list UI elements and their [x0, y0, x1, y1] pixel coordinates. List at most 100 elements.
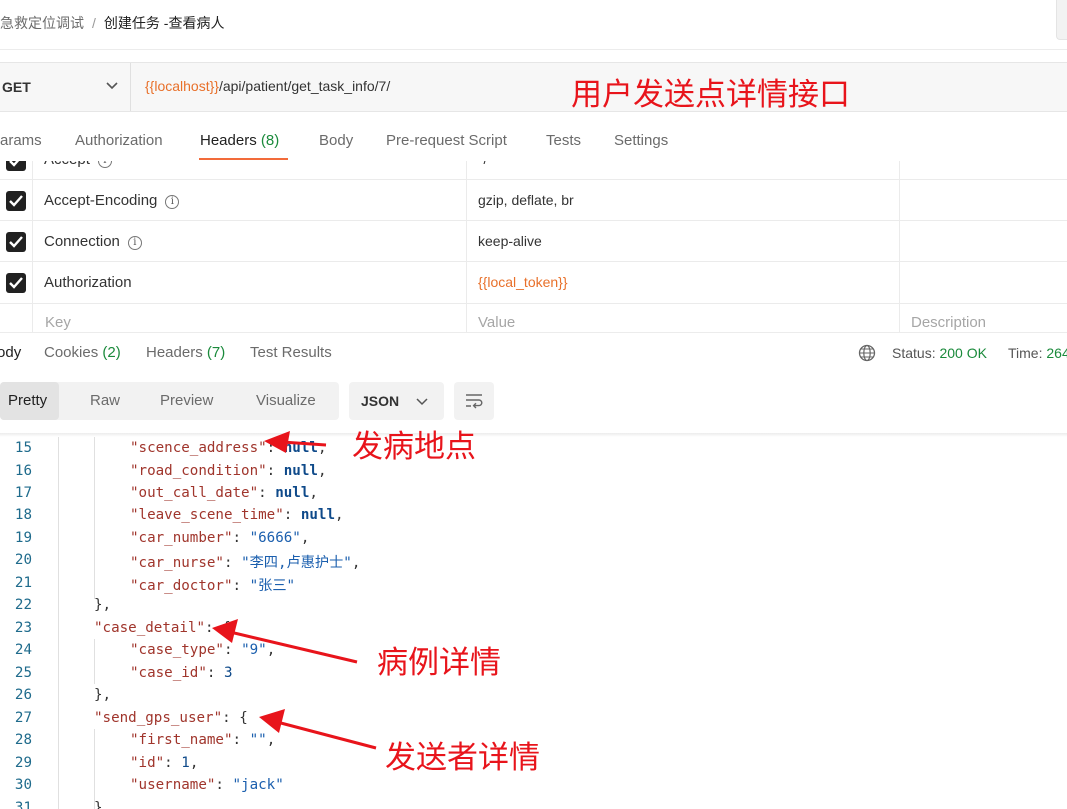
time-label: Time:: [1008, 345, 1043, 361]
header-row: Accepti */*: [0, 161, 1067, 180]
header-key-text: Accept: [44, 161, 90, 168]
header-checkbox[interactable]: [6, 273, 26, 293]
json-key: "leave_scene_time": [130, 507, 284, 523]
method-select[interactable]: GET: [0, 63, 131, 111]
tab-tests[interactable]: Tests: [546, 132, 581, 149]
header-description-input[interactable]: Description: [911, 314, 986, 331]
tab-response-headers[interactable]: Headers (7): [146, 344, 225, 361]
checkmark-icon: [9, 195, 23, 207]
chevron-down-icon: [416, 398, 428, 406]
format-select[interactable]: JSON: [349, 382, 444, 420]
annotation-case-note: 病例详情: [377, 645, 501, 681]
window-corner: [1056, 0, 1067, 40]
time-readout[interactable]: Time: 264 ms: [1008, 345, 1067, 361]
header-key[interactable]: Connection i: [44, 233, 142, 250]
code-text: "scence_address": null,: [130, 440, 326, 456]
line-number: 18: [14, 507, 32, 523]
code-text: "out_call_date": null,: [130, 485, 318, 501]
code-text: "first_name": "",: [130, 732, 275, 748]
tab-settings[interactable]: Settings: [614, 132, 668, 149]
breadcrumb-bar: 急救定位调试 / 创建任务 -查看病人: [0, 0, 1067, 50]
code-text: "case_type": "9",: [130, 642, 275, 658]
annotation-sender-note: 发送者详情: [385, 740, 540, 776]
line-number: 26: [14, 687, 32, 703]
code-text: }: [94, 800, 103, 809]
header-key[interactable]: Accepti: [44, 161, 112, 168]
code-line: 17 "out_call_date": null,: [0, 485, 1067, 507]
json-key: "car_doctor": [130, 578, 233, 594]
tab-authorization[interactable]: Authorization: [75, 132, 163, 149]
code-line: 22},: [0, 597, 1067, 619]
view-pretty-button[interactable]: Pretty: [0, 382, 60, 420]
checkmark-icon: [9, 277, 23, 289]
json-value: null: [275, 485, 310, 501]
code-line: 30 "username": "jack": [0, 777, 1067, 799]
tab-response-cookies[interactable]: Cookies (2): [44, 344, 121, 361]
tab-params[interactable]: Params: [0, 132, 42, 149]
code-line: 27 "send_gps_user": {: [0, 710, 1067, 732]
view-preview-button[interactable]: Preview: [160, 382, 213, 420]
header-key-input[interactable]: Key: [45, 314, 71, 331]
code-punctuation: :: [164, 755, 182, 771]
json-value: "9": [241, 642, 267, 658]
wrap-lines-button[interactable]: [454, 382, 494, 420]
tab-headers[interactable]: Headers (8): [200, 132, 279, 149]
response-view-toolbar: Pretty Raw Preview Visualize JSON: [0, 378, 1067, 428]
view-raw-button[interactable]: Raw: [90, 382, 120, 420]
line-number: 15: [14, 440, 32, 456]
code-punctuation: :: [215, 777, 233, 793]
code-line: 24 "case_type": "9",: [0, 642, 1067, 664]
json-value: "jack": [232, 777, 284, 793]
code-punctuation: :: [232, 578, 250, 594]
header-value[interactable]: keep-alive: [478, 233, 542, 249]
json-key: "send_gps_user": [94, 710, 223, 726]
format-selected: JSON: [361, 393, 400, 409]
code-punctuation: :: [283, 507, 301, 523]
code-text: "case_id": 3: [130, 665, 233, 681]
header-value-input[interactable]: Value: [478, 314, 515, 331]
code-punctuation: ,: [309, 485, 318, 501]
json-key: "car_nurse": [130, 555, 224, 571]
breadcrumb: 急救定位调试 / 创建任务 -查看病人: [0, 13, 224, 33]
tab-pre-request-script[interactable]: Pre-request Script: [386, 132, 507, 149]
breadcrumb-collection[interactable]: 急救定位调试: [0, 15, 84, 31]
header-checkbox[interactable]: [6, 232, 26, 252]
status-readout[interactable]: Status: 200 OK: [892, 345, 987, 361]
json-key: "road_condition": [130, 463, 267, 479]
header-key[interactable]: Authorization: [44, 274, 132, 291]
tab-response-body[interactable]: Body: [0, 344, 21, 361]
tab-body[interactable]: Body: [319, 132, 353, 149]
json-key: "first_name": [130, 732, 233, 748]
header-value[interactable]: {{local_token}}: [478, 274, 568, 290]
header-value[interactable]: gzip, deflate, br: [478, 192, 574, 208]
code-punctuation: ,: [300, 530, 310, 546]
code-punctuation: :: [266, 463, 284, 479]
tab-test-results[interactable]: Test Results: [250, 344, 332, 361]
code-punctuation: :: [223, 642, 242, 658]
code-text: "id": 1,: [130, 755, 198, 771]
code-text: },: [94, 687, 111, 703]
view-visualize-button[interactable]: Visualize: [256, 382, 316, 420]
code-punctuation: ,: [317, 463, 327, 479]
breadcrumb-request-name[interactable]: 创建任务 -查看病人: [104, 15, 225, 31]
globe-icon[interactable]: [858, 344, 876, 362]
tab-headers-label: Headers: [200, 132, 257, 149]
request-bar: GET {{localhost}}/api/patient/get_task_i…: [0, 62, 1067, 112]
code-punctuation: {: [222, 620, 231, 636]
header-key[interactable]: Accept-Encoding i: [44, 192, 180, 209]
line-number: 27: [14, 710, 32, 726]
header-checkbox[interactable]: [6, 191, 26, 211]
request-tabs: Params Authorization Headers (8) Body Pr…: [0, 125, 1067, 161]
code-text: "case_detail": {: [94, 620, 231, 636]
url-input[interactable]: {{localhost}}/api/patient/get_task_info/…: [145, 78, 390, 94]
active-tab-indicator: [199, 158, 288, 160]
json-key: "case_type": [130, 642, 224, 658]
code-line: 26},: [0, 687, 1067, 709]
header-checkbox[interactable]: [6, 161, 26, 171]
header-value[interactable]: */*: [478, 161, 493, 167]
wrap-lines-icon: [466, 394, 483, 409]
code-punctuation: ,: [266, 642, 276, 658]
json-key: "car_number": [130, 530, 233, 546]
status-label: Status:: [892, 345, 936, 361]
code-punctuation: :: [266, 440, 284, 456]
